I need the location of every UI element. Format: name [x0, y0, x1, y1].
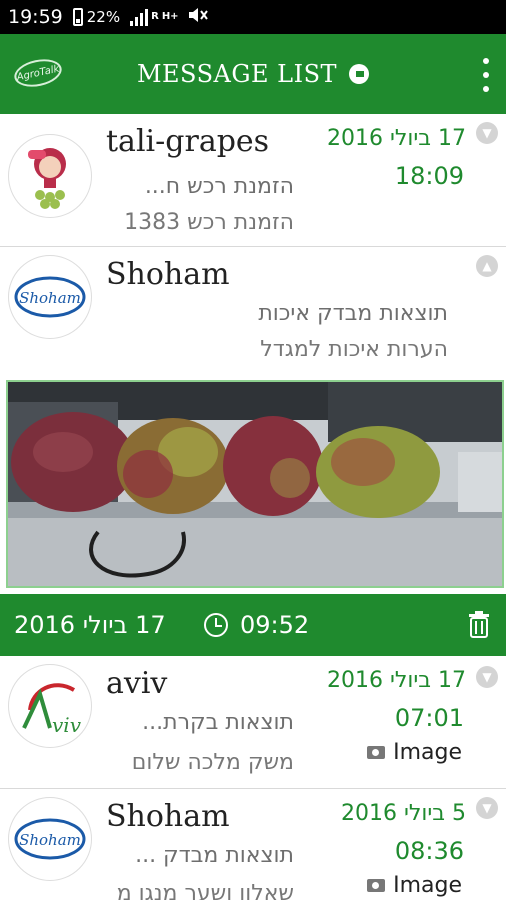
message-preview: משק מלכה שלום	[131, 750, 294, 775]
sender-name: Shoham	[106, 799, 230, 834]
message-subject: תוצאות מבדק ...	[135, 843, 294, 868]
sender-name: aviv	[106, 666, 168, 701]
app-bar: AgroTalk MESSAGE LIST	[0, 34, 506, 114]
avatar	[8, 134, 92, 218]
message-date: 5 ביולי 2016	[340, 801, 466, 826]
message-preview: הערות איכות למגדל	[260, 337, 448, 362]
flag-icon[interactable]	[349, 64, 370, 84]
expanded-time: 09:52	[240, 611, 310, 639]
message-row[interactable]: viv aviv תוצאות בקרת... משק מלכה שלום 17…	[0, 656, 506, 789]
trash-icon[interactable]	[468, 610, 490, 638]
message-preview: הזמנת רכש 1383	[124, 210, 294, 235]
avatar: viv	[8, 664, 92, 748]
chevron-down-icon[interactable]: ▼	[476, 122, 498, 144]
status-time: 19:59	[8, 6, 63, 28]
camera-icon	[367, 879, 386, 892]
message-date: 17 ביולי 2016	[326, 126, 466, 151]
expanded-date: 17 ביולי 2016	[14, 611, 166, 639]
sender-name: Shoham	[106, 257, 230, 292]
avatar: Shoham	[8, 797, 92, 881]
battery-indicator: 22%	[72, 8, 121, 26]
attachment-type: Image	[393, 873, 462, 898]
status-bar: 19:59 22% R H+	[0, 0, 506, 34]
svg-text:Shoham: Shoham	[19, 289, 81, 307]
message-subject: תוצאות מבדק איכות	[258, 301, 448, 326]
message-time: 18:09	[394, 162, 464, 190]
svg-text:viv: viv	[52, 713, 82, 737]
attachment-label: Image	[367, 873, 462, 898]
avatar: Shoham	[8, 255, 92, 339]
app-logo[interactable]: AgroTalk	[11, 55, 65, 91]
battery-icon	[72, 8, 83, 26]
message-preview: שאלוו ושער מנגו מ	[116, 881, 294, 900]
camera-icon	[367, 746, 386, 759]
message-image[interactable]	[6, 380, 504, 588]
message-action-bar: 17 ביולי 2016 09:52	[0, 594, 506, 656]
page-title: MESSAGE LIST	[136, 60, 338, 88]
message-time: 08:36	[394, 837, 464, 865]
message-row[interactable]: Shoham Shoham תוצאות מבדק ... שאלוו ושער…	[0, 789, 506, 900]
sender-name: tali-grapes	[106, 124, 270, 159]
message-time: 07:01	[394, 704, 464, 732]
attachment-type: Image	[393, 740, 462, 765]
chevron-up-icon[interactable]: ▲	[476, 255, 498, 277]
network-type: H+	[161, 11, 179, 22]
message-row[interactable]: tali-grapes הזמנת רכש ח... הזמנת רכש 138…	[0, 114, 506, 247]
message-subject: תוצאות בקרת...	[142, 710, 294, 735]
roaming-indicator: R	[151, 11, 159, 22]
chevron-down-icon[interactable]: ▼	[476, 797, 498, 819]
svg-text:Shoham: Shoham	[19, 831, 81, 849]
mute-icon	[187, 6, 209, 28]
battery-percent: 22%	[86, 8, 121, 26]
clock-icon	[204, 613, 228, 637]
attachment-label: Image	[367, 740, 462, 765]
message-date: 17 ביולי 2016	[326, 668, 466, 693]
overflow-menu-icon[interactable]	[476, 58, 496, 92]
signal-icon	[130, 8, 149, 26]
message-subject: הזמנת רכש ח...	[144, 174, 294, 199]
chevron-down-icon[interactable]: ▼	[476, 666, 498, 688]
